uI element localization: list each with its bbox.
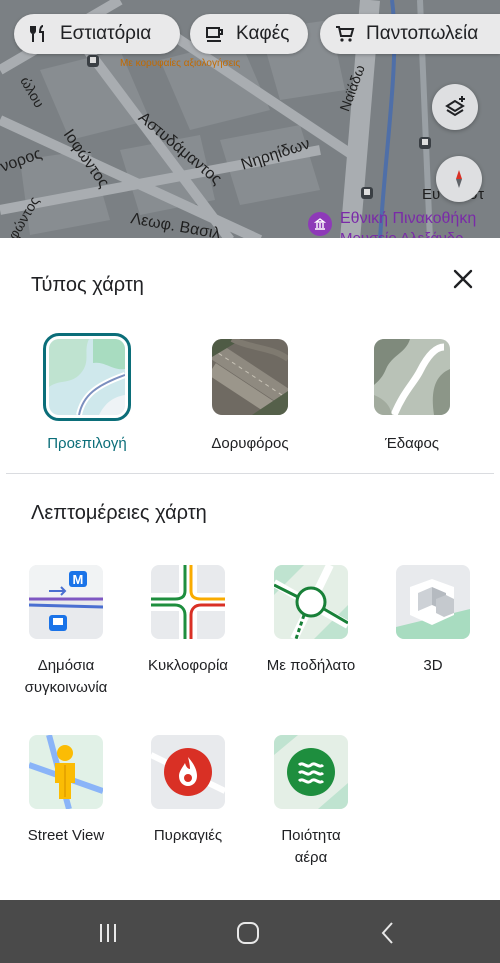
detail-label-line1: 3D [423,657,443,674]
map-view[interactable]: ώλου Ιοφώντος Αστυδάμαντος Νηρηίδων Λεωφ… [0,0,500,240]
compass-button[interactable] [436,156,482,202]
detail-label-line1: Δημόσια [37,657,95,674]
close-icon [453,269,473,289]
map-details-title: Λεπτομέρειες χάρτη [31,502,207,524]
back-button[interactable] [368,920,408,946]
map-type-title: Τύπος χάρτη [31,274,144,296]
detail-label-line1: Πυρκαγιές [153,827,223,844]
bus-stop-icon[interactable] [360,186,374,200]
detail-street-view[interactable]: Street View [6,735,126,847]
bus-stop-icon[interactable] [86,54,100,68]
map-type-default[interactable]: Προεπιλογή [27,333,147,452]
compass-icon [456,170,462,188]
detail-label-line1: Street View [27,827,105,844]
close-button[interactable] [448,264,478,294]
terrain-map-thumbnail [374,339,450,415]
grocery-cart-icon [334,23,356,45]
recent-apps-button[interactable] [88,920,128,946]
bus-stop-icon[interactable] [418,136,432,150]
detail-label-line2: συγκοινωνία [24,679,108,696]
coffee-icon [204,23,226,45]
map-options-sheet: Τύπος χάρτη Προεπιλογή Δορυφόρος Έδαφος … [0,238,500,900]
street-view-thumbnail [29,735,103,809]
poi-label[interactable]: Εθνική Πινακοθήκη [340,210,476,228]
detail-transit[interactable]: M Δημόσια συγκοινωνία [6,565,126,699]
default-map-thumbnail [43,333,131,421]
recent-apps-icon [100,924,116,942]
3d-thumbnail [396,565,470,639]
chip-restaurants[interactable]: Εστιατόρια [14,14,180,54]
detail-traffic[interactable]: Κυκλοφορία [128,565,248,677]
chip-label: Καφές [236,23,290,44]
divider [6,473,494,474]
map-rating-label: Με κορυφαίες αξιολογήσεις [120,58,241,69]
map-type-label: Προεπιλογή [47,435,127,452]
transit-thumbnail: M [29,565,103,639]
chip-label: Εστιατόρια [60,23,152,44]
air-quality-thumbnail [274,735,348,809]
chip-coffee[interactable]: Καφές [190,14,308,54]
museum-pin-icon[interactable] [308,212,332,236]
back-icon [381,922,393,944]
satellite-map-thumbnail [212,339,288,415]
detail-3d[interactable]: 3D [373,565,493,677]
detail-label-line2: αέρα [294,849,328,866]
detail-wildfires[interactable]: Πυρκαγιές [128,735,248,847]
map-type-satellite[interactable]: Δορυφόρος [190,339,310,452]
system-navigation-bar [0,900,500,963]
detail-label-line1: Κυκλοφορία [148,657,228,674]
restaurant-icon [28,23,50,45]
map-type-terrain[interactable]: Έδαφος [352,339,472,452]
traffic-thumbnail [151,565,225,639]
wildfires-thumbnail [151,735,225,809]
map-type-label: Δορυφόρος [211,435,289,452]
detail-label-line1: Με ποδήλατο [266,657,356,674]
detail-air-quality[interactable]: Ποιότητα αέρα [251,735,371,869]
layers-button[interactable] [432,84,478,130]
home-button[interactable] [228,920,268,946]
map-type-label: Έδαφος [384,435,440,452]
chip-label: Παντοπωλεία [366,23,479,44]
layers-icon [445,96,465,117]
home-icon [237,922,259,944]
detail-biking[interactable]: Με ποδήλατο [251,565,371,677]
svg-text:M: M [73,572,84,587]
chip-groceries[interactable]: Παντοπωλεία [320,14,500,54]
detail-label-line1: Ποιότητα [281,827,341,844]
biking-thumbnail [274,565,348,639]
